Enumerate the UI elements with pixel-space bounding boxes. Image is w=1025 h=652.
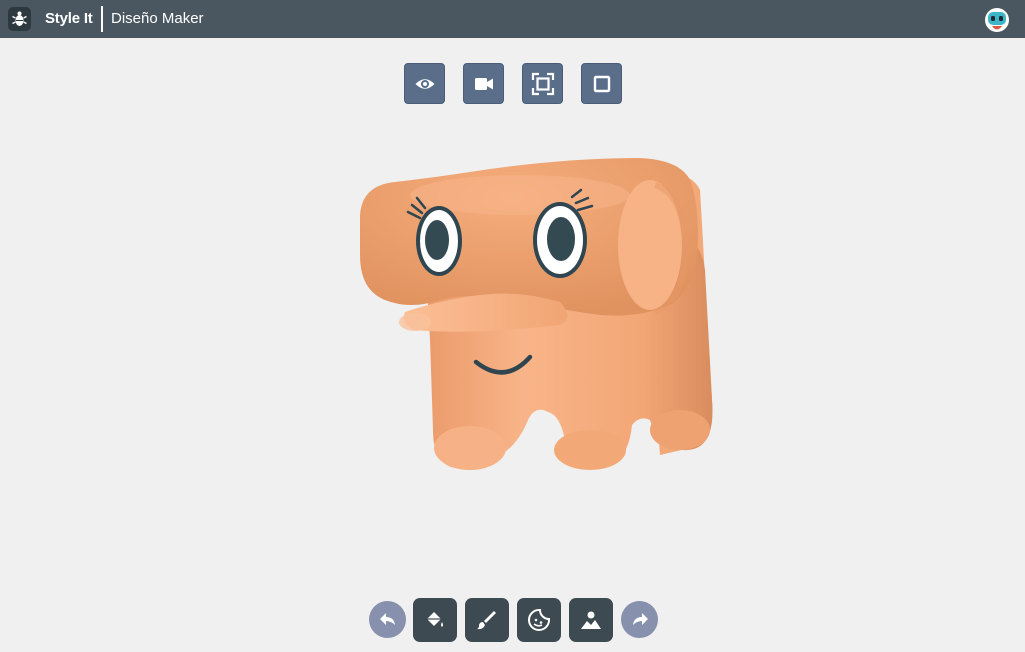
undo-button[interactable]: [369, 601, 406, 638]
character-3d-model: [360, 158, 713, 470]
sticker-icon: [528, 609, 550, 631]
user-avatar[interactable]: [984, 7, 1010, 33]
brush-icon: [477, 611, 496, 630]
video-camera-icon: [474, 77, 493, 90]
undo-icon: [379, 612, 395, 625]
fill-tool-button[interactable]: [413, 598, 457, 642]
stop-button[interactable]: [581, 63, 622, 104]
image-tool-button[interactable]: [569, 598, 613, 642]
redo-icon: [632, 612, 648, 625]
eye-icon: [415, 78, 434, 89]
preview-button[interactable]: [404, 63, 445, 104]
paint-bucket-icon: [427, 612, 443, 627]
sticker-tool-button[interactable]: [517, 598, 561, 642]
bug-logo-icon: [12, 11, 27, 26]
brush-tool-button[interactable]: [465, 598, 509, 642]
fit-view-button[interactable]: [522, 63, 563, 104]
robot-avatar-icon: [985, 8, 1009, 32]
app-title: Diseño Maker: [111, 10, 204, 27]
app-logo[interactable]: [8, 7, 31, 31]
square-icon: [593, 75, 610, 92]
redo-button[interactable]: [621, 601, 658, 638]
camera-button[interactable]: [463, 63, 504, 104]
fit-frame-icon: [531, 72, 554, 95]
brand-name: Style It: [45, 10, 93, 27]
character-viewport[interactable]: [340, 140, 730, 490]
top-bar: Style It Diseño Maker: [0, 0, 1025, 38]
header-divider: [101, 6, 103, 32]
image-icon: [581, 611, 601, 629]
